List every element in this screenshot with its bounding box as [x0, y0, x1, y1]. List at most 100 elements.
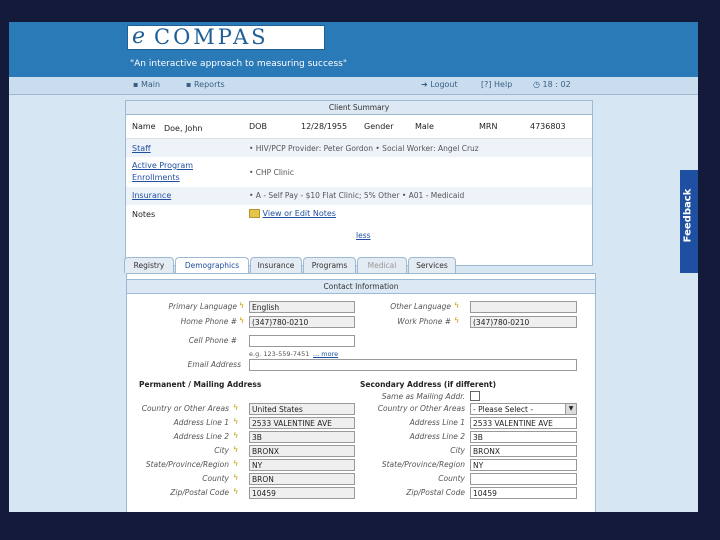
home-phone-label: Home Phone #	[180, 317, 237, 326]
sec-state-input[interactable]: NY	[470, 459, 577, 471]
home-phone-input[interactable]: (347)780-0210	[249, 316, 355, 328]
required-icon: ϟ	[454, 301, 460, 310]
gender-value: Male	[415, 122, 434, 131]
programs-value: • CHP Clinic	[249, 168, 294, 177]
sec-line2-input[interactable]: 3B	[470, 431, 577, 443]
notes-label: Notes	[132, 210, 156, 219]
dob-value: 12/28/1955	[301, 122, 348, 131]
sec-country-select[interactable]: - Please Select - ▼	[470, 403, 577, 415]
nav-main[interactable]: ▪ Main	[133, 80, 160, 89]
session-timer: ◷ 18 : 02	[533, 80, 571, 89]
tab-demographics[interactable]: Demographics	[175, 257, 249, 274]
required-icon: ϟ	[233, 431, 239, 440]
email-label: Email Address	[187, 360, 241, 369]
sec-line1-input[interactable]: 2533 VALENTINE AVE	[470, 417, 577, 429]
reports-icon: ▪	[186, 80, 194, 89]
staff-value: • HIV/PCP Provider: Peter Gordon • Socia…	[249, 144, 479, 153]
view-notes-link[interactable]: View or Edit Notes	[249, 209, 336, 218]
sec-city-input[interactable]: BRONX	[470, 445, 577, 457]
client-summary-title: Client Summary	[126, 101, 592, 115]
programs-link-line1[interactable]: Active Program	[132, 161, 193, 170]
programs-link-line2[interactable]: Enrollments	[132, 173, 180, 182]
staff-link[interactable]: Staff	[132, 144, 151, 153]
chevron-down-icon: ▼	[565, 404, 576, 414]
perm-county-input[interactable]: BRON	[249, 473, 355, 485]
mrn-label: MRN	[479, 122, 498, 131]
folder-icon	[249, 209, 260, 218]
required-icon: ϟ	[233, 473, 239, 482]
sec-line1-label: Address Line 1	[409, 418, 465, 427]
sec-state-label: State/Province/Region	[381, 460, 465, 469]
nav-bar: ▪ Main ▪ Reports ➜ Logout [?] Help ◷ 18 …	[9, 77, 698, 95]
nav-help[interactable]: [?] Help	[481, 80, 512, 89]
perm-line1-label: Address Line 1	[173, 418, 229, 427]
clock-icon: ◷	[533, 80, 543, 89]
perm-line2-input[interactable]: 3B	[249, 431, 355, 443]
insurance-value: • A - Self Pay - $10 Flat Clinic; 5% Oth…	[249, 191, 465, 200]
logo-mark: e	[132, 24, 146, 49]
perm-country-input[interactable]: United States	[249, 403, 355, 415]
less-row: less	[126, 231, 592, 245]
tab-services[interactable]: Services	[408, 257, 456, 273]
tab-registry[interactable]: Registry	[124, 257, 174, 273]
name-label: Name	[132, 122, 156, 131]
nav-reports[interactable]: ▪ Reports	[186, 80, 225, 89]
sec-zip-label: Zip/Postal Code	[406, 488, 465, 497]
tab-programs[interactable]: Programs	[303, 257, 356, 273]
perm-line1-input[interactable]: 2533 VALENTINE AVE	[249, 417, 355, 429]
timer-value: 18 : 02	[542, 80, 571, 89]
other-language-input[interactable]	[470, 301, 577, 313]
mrn-value: 4736803	[530, 122, 566, 131]
sec-line2-label: Address Line 2	[409, 432, 465, 441]
client-summary-panel: Client Summary Name Doe, John DOB 12/28/…	[125, 100, 593, 266]
sec-county-label: County	[438, 474, 465, 483]
less-link[interactable]: less	[356, 231, 371, 240]
perm-line2-label: Address Line 2	[173, 432, 229, 441]
tab-insurance[interactable]: Insurance	[250, 257, 302, 273]
other-language-label: Other Language	[390, 302, 451, 311]
feedback-label: Feedback	[682, 188, 694, 243]
perm-city-label: City	[214, 446, 229, 455]
staff-row: Staff • HIV/PCP Provider: Peter Gordon •…	[126, 139, 592, 157]
required-icon: ϟ	[239, 301, 245, 310]
gender-label: Gender	[364, 122, 394, 131]
primary-language-label: Primary Language	[168, 302, 237, 311]
logo-text: COMPAS	[154, 25, 269, 49]
primary-language-input[interactable]: English	[249, 301, 355, 313]
logout-icon: ➜	[421, 80, 431, 89]
nav-logout-label: Logout	[430, 80, 458, 89]
required-icon: ϟ	[454, 316, 460, 325]
perm-city-input[interactable]: BRONX	[249, 445, 355, 457]
perm-state-input[interactable]: NY	[249, 459, 355, 471]
cell-phone-input[interactable]	[249, 335, 355, 347]
view-notes-label: View or Edit Notes	[262, 209, 336, 218]
home-icon: ▪	[133, 80, 141, 89]
perm-zip-label: Zip/Postal Code	[170, 488, 229, 497]
tagline: "An interactive approach to measuring su…	[130, 59, 347, 69]
required-icon: ϟ	[239, 316, 245, 325]
email-input[interactable]	[249, 359, 577, 371]
perm-zip-input[interactable]: 10459	[249, 487, 355, 499]
nav-main-label: Main	[140, 80, 161, 89]
tab-medical[interactable]: Medical	[357, 257, 407, 273]
sec-country-value: - Please Select -	[473, 405, 534, 414]
sec-zip-input[interactable]: 10459	[470, 487, 577, 499]
client-identity-row: Name Doe, John DOB 12/28/1955 Gender Mal…	[126, 118, 592, 139]
app-window: e COMPAS "An interactive approach to mea…	[9, 22, 698, 512]
nav-reports-label: Reports	[193, 80, 225, 89]
work-phone-input[interactable]: (347)780-0210	[470, 316, 577, 328]
sec-country-label: Country or Other Areas	[377, 404, 465, 413]
insurance-link[interactable]: Insurance	[132, 191, 171, 200]
feedback-tab[interactable]: Feedback	[680, 170, 698, 273]
insurance-row: Insurance • A - Self Pay - $10 Flat Clin…	[126, 187, 592, 205]
logo: e COMPAS	[127, 25, 325, 50]
secondary-address-title: Secondary Address (if different)	[360, 380, 497, 389]
nav-logout[interactable]: ➜ Logout	[421, 80, 458, 89]
demographics-form: Contact Information Primary Language ϟ E…	[126, 273, 596, 512]
same-as-mailing-checkbox[interactable]	[470, 391, 480, 401]
more-link[interactable]: ... more	[313, 350, 338, 358]
required-icon: ϟ	[233, 487, 239, 496]
sec-city-label: City	[450, 446, 465, 455]
perm-county-label: County	[202, 474, 229, 483]
sec-county-input[interactable]	[470, 473, 577, 485]
